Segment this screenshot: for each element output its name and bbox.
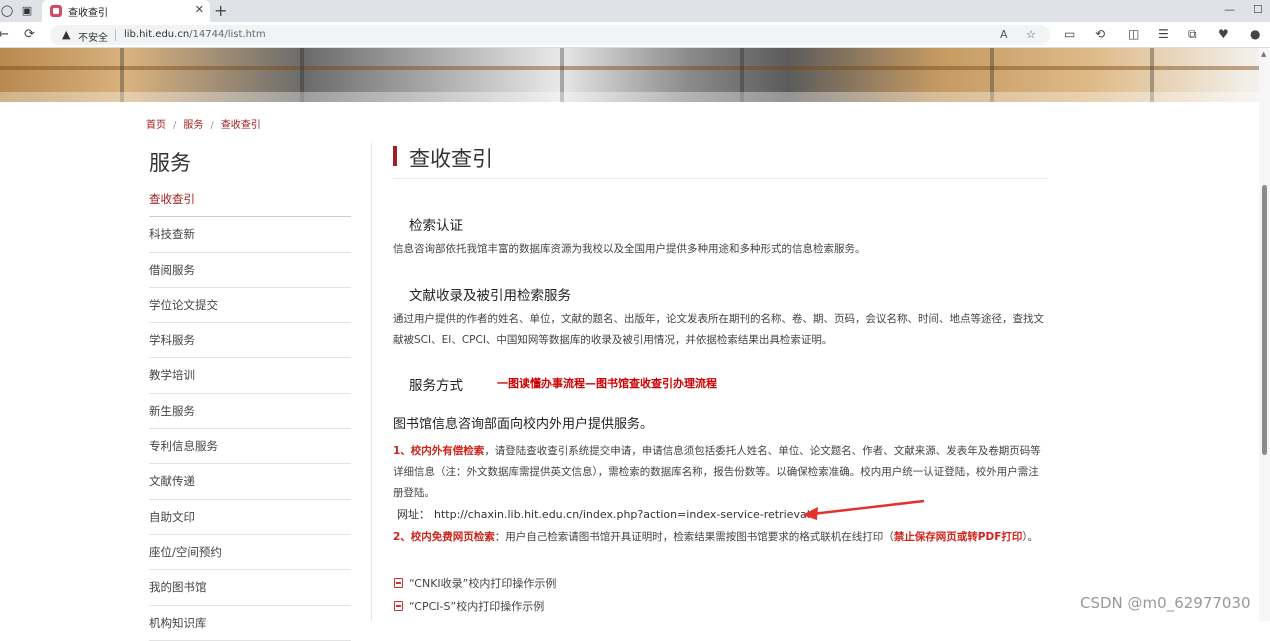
url-omnibox[interactable]: ▲ 不安全 lib.hit.edu.cn/14744/list.htm A ☆ (50, 25, 1050, 45)
split-screen-icon[interactable]: ◫ (1128, 27, 1139, 41)
library-banner-image (0, 48, 1270, 102)
cpci-example-label[interactable]: “CPCI-S”校内打印操作示例 (409, 600, 544, 613)
banner-rail (0, 66, 1270, 70)
minimize-button[interactable]: — (1224, 3, 1235, 16)
sidebar-item-zhuan-li-xin-xi[interactable]: 专利信息服务 (149, 429, 351, 465)
sidebar-item-cha-shou-cha-yin[interactable]: 查收查引 (149, 182, 351, 218)
sidebar-item-xue-ke-fu-wu[interactable]: 学科服务 (149, 323, 351, 359)
paid-retrieval-label: 1、校内外有偿检索 (393, 445, 485, 457)
collections-icon[interactable]: ⧉ (1188, 27, 1197, 42)
free-retrieval-end: ）。 (1022, 531, 1039, 543)
new-tab-button[interactable]: + (214, 1, 227, 20)
sidebar-item-wen-xian-chuan-di[interactable]: 文献传递 (149, 464, 351, 500)
paid-retrieval-text: ，请登陆查收查引系统提交申请，申请信息须包括委托人姓名、单位、论文题名、作者、文… (393, 445, 1041, 499)
section-text-retrieval-cert: 信息咨询部依托我馆丰富的数据库资源为我校以及全国用户提供多种用途和多种形式的信息… (393, 243, 866, 255)
title-divider (393, 178, 1048, 179)
free-retrieval-text: ：用户自己检索请图书馆开具证明时，检索结果需按图书馆要求的格式联机在线打印（ (494, 531, 894, 543)
tab-actions-icon[interactable]: ▣ (20, 4, 34, 18)
browser-essentials-icon[interactable]: ♥ (1218, 27, 1229, 41)
paid-retrieval-paragraph: 1、校内外有偿检索，请登陆查收查引系统提交申请，申请信息须包括委托人姓名、单位、… (393, 441, 1048, 504)
back-arrow-icon[interactable]: ← (0, 27, 9, 42)
sidebar-item-zuo-wei-yu-yue[interactable]: 座位/空间预约 (149, 535, 351, 571)
breadcrumb: 首页 / 服务 / 查收查引 (146, 116, 261, 131)
sidebar-title: 服务 (149, 151, 191, 175)
browser-tab[interactable]: 查收查引 ✕ (42, 0, 210, 22)
cpci-example-link[interactable]: “CPCI-S”校内打印操作示例 (394, 598, 544, 614)
pdf-icon (394, 578, 403, 588)
breadcrumb-separator: / (210, 120, 214, 131)
security-label[interactable]: 不安全 (78, 29, 108, 44)
breadcrumb-current-link[interactable]: 查收查引 (221, 120, 261, 131)
sidebar-item-wo-de-tu-shu-guan[interactable]: 我的图书馆 (149, 570, 351, 606)
url-text[interactable]: lib.hit.edu.cn/14744/list.htm (124, 29, 266, 40)
cnki-example-link[interactable]: “CNKI收录”校内打印操作示例 (394, 575, 556, 591)
section-heading-retrieval-cert: 检索认证 (409, 218, 463, 234)
sidebar-item-xue-wei-lun-wen[interactable]: 学位论文提交 (149, 288, 351, 324)
favorites-icon[interactable]: ☰ (1158, 27, 1169, 41)
warning-icon[interactable]: ▲ (62, 28, 70, 41)
banner-floor (0, 92, 1270, 102)
no-save-warning: 禁止保存网页或转PDF打印 (893, 531, 1023, 543)
retrieval-web-address: 网址： http://chaxin.lib.hit.edu.cn/index.ph… (397, 506, 810, 522)
profile-icon[interactable]: ◯ (0, 4, 14, 18)
browser-tab-bar: ◯ ▣ 查收查引 ✕ + — ☐ (0, 0, 1270, 22)
tab-title: 查收查引 (68, 8, 108, 19)
red-arrow-annotation (802, 499, 925, 520)
csdn-watermark: CSDN @m0_62977030 (1080, 594, 1251, 612)
address-bar: ← ⟳ ▲ 不安全 lib.hit.edu.cn/14744/list.htm … (0, 22, 1270, 48)
site-favicon-icon (50, 5, 62, 17)
free-retrieval-label: 2、校内免费网页检索 (393, 531, 495, 543)
cnki-example-label[interactable]: “CNKI收录”校内打印操作示例 (409, 577, 556, 590)
read-aloud-icon[interactable]: A (1000, 28, 1008, 41)
section-heading-service-method: 服务方式 (409, 378, 463, 394)
extensions-icon[interactable]: ⟲ (1095, 27, 1105, 41)
sidebar-item-xin-sheng-fu-wu[interactable]: 新生服务 (149, 394, 351, 430)
section-text-citation-service: 通过用户提供的作者的姓名、单位，文献的题名、出版年，论文发表所在期刊的名称、卷、… (393, 313, 1044, 346)
profile-account-icon[interactable]: ● (1250, 27, 1260, 41)
scroll-up-arrow-icon[interactable]: ▲ (1261, 50, 1266, 58)
sidebar-item-jie-yue-fu-wu[interactable]: 借阅服务 (149, 253, 351, 288)
maximize-button[interactable]: ☐ (1253, 3, 1263, 16)
scrollbar-thumb[interactable] (1262, 185, 1267, 455)
pdf-icon (394, 601, 403, 611)
sidebar-item-jiao-xue-pei-xun[interactable]: 教学培训 (149, 358, 351, 394)
tab-close-icon[interactable]: ✕ (195, 3, 204, 16)
reading-view-icon[interactable]: ▭ (1064, 27, 1075, 41)
service-intro: 图书馆信息咨询部面向校内外用户提供服务。 (393, 417, 654, 432)
process-flow-link[interactable]: 一图读懂办事流程—图书馆查收查引办理流程 (497, 375, 717, 391)
sidebar-item-ji-gou-zhi-shi-ku[interactable]: 机构知识库 (149, 606, 351, 641)
sidebar-item-ke-ji-cha-xin[interactable]: 科技查新 (149, 217, 351, 253)
web-address-label: 网址： (397, 508, 430, 521)
breadcrumb-home-link[interactable]: 首页 (146, 120, 166, 131)
sidebar-menu: 查收查引 科技查新 借阅服务 学位论文提交 学科服务 教学培训 新生服务 专利信… (149, 182, 351, 641)
column-divider (371, 143, 372, 621)
breadcrumb-separator: / (173, 120, 177, 131)
breadcrumb-service-link[interactable]: 服务 (183, 120, 203, 131)
free-retrieval-paragraph: 2、校内免费网页检索：用户自己检索请图书馆开具证明时，检索结果需按图书馆要求的格… (393, 527, 1048, 548)
reload-icon[interactable]: ⟳ (24, 27, 35, 42)
favorite-star-icon[interactable]: ☆ (1026, 28, 1036, 41)
title-accent-bar (393, 146, 397, 166)
sidebar-item-zi-zhu-wen-yin[interactable]: 自助文印 (149, 500, 351, 535)
section-heading-citation-service: 文献收录及被引用检索服务 (409, 288, 571, 304)
page-title: 查收查引 (409, 147, 493, 171)
web-address-url[interactable]: http://chaxin.lib.hit.edu.cn/index.php?a… (434, 508, 810, 521)
omnibox-divider (115, 29, 116, 41)
